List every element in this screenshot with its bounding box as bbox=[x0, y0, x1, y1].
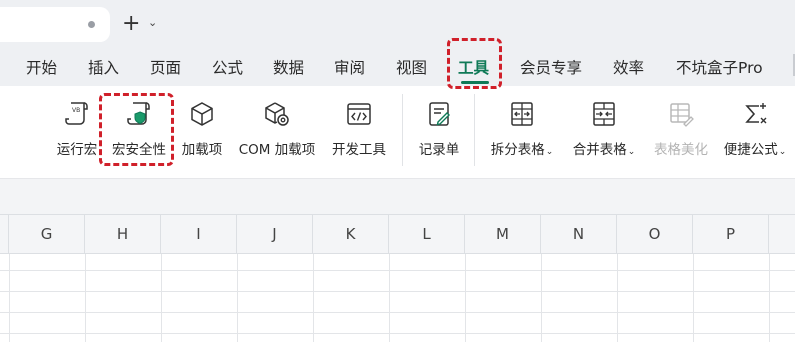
column-header-row: G H I J K L M N O P bbox=[0, 214, 795, 254]
split-table-icon bbox=[511, 102, 533, 126]
menu-tab-bukeng-box[interactable]: 不坑盒子Pro bbox=[676, 56, 763, 78]
column-header-p[interactable]: P bbox=[693, 215, 769, 253]
svg-text:VB: VB bbox=[72, 107, 80, 114]
column-line bbox=[769, 254, 770, 342]
beautify-table-icon bbox=[670, 103, 694, 127]
menu-tab-member[interactable]: 会员专享 bbox=[520, 56, 582, 78]
document-tab[interactable] bbox=[0, 7, 110, 42]
beautify-table-button[interactable]: 表格美化 bbox=[648, 100, 714, 162]
tool-label: COM 加载项 bbox=[238, 142, 316, 158]
new-tab-button[interactable]: + bbox=[122, 13, 140, 35]
split-table-button[interactable]: 拆分表格⌄ bbox=[484, 100, 560, 162]
unsaved-dot-icon bbox=[88, 21, 95, 28]
tool-label: 合并表格⌄ bbox=[566, 138, 642, 158]
column-line bbox=[161, 254, 162, 342]
menu-tab-data[interactable]: 数据 bbox=[273, 56, 304, 78]
column-header-m[interactable]: M bbox=[465, 215, 541, 253]
column-header-g[interactable]: G bbox=[9, 215, 85, 253]
row-line bbox=[0, 312, 795, 313]
merge-table-button[interactable]: 合并表格⌄ bbox=[566, 100, 642, 162]
quick-formula-button[interactable]: 便捷公式⌄ bbox=[718, 100, 792, 162]
addins-button[interactable]: 加载项 bbox=[176, 100, 228, 162]
column-line bbox=[541, 254, 542, 342]
tools-tab-highlight bbox=[447, 38, 502, 89]
com-addins-button[interactable]: COM 加载项 bbox=[232, 100, 322, 162]
column-line bbox=[617, 254, 618, 342]
tool-label-text: 拆分表格 bbox=[490, 142, 545, 158]
run-macro-button[interactable]: VB 运行宏 bbox=[50, 100, 104, 162]
row-line bbox=[0, 270, 795, 271]
menu-tab-page[interactable]: 页面 bbox=[150, 56, 181, 78]
com-addin-icon bbox=[265, 102, 289, 126]
sigma-icon bbox=[745, 103, 767, 124]
menu-tab-start[interactable]: 开始 bbox=[26, 56, 57, 78]
developer-tools-button[interactable]: 开发工具 bbox=[326, 100, 392, 162]
formula-bar-area bbox=[0, 178, 795, 214]
menu-bar: 开始 插入 页面 公式 数据 审阅 视图 工具 会员专享 效率 不坑盒子Pro bbox=[0, 48, 795, 86]
merge-table-icon bbox=[593, 102, 615, 126]
developer-tools-icon bbox=[347, 103, 371, 125]
tool-label: 表格美化 bbox=[654, 142, 708, 158]
menu-tab-insert[interactable]: 插入 bbox=[88, 56, 119, 78]
vb-macro-icon: VB bbox=[65, 102, 88, 125]
tool-label: 便捷公式⌄ bbox=[718, 138, 792, 158]
row-line bbox=[0, 291, 795, 292]
menu-tab-review[interactable]: 审阅 bbox=[334, 56, 365, 78]
column-header-o[interactable]: O bbox=[617, 215, 693, 253]
column-header-i[interactable]: I bbox=[161, 215, 237, 253]
ribbon-divider bbox=[402, 94, 403, 166]
record-form-button[interactable]: 记录单 bbox=[412, 100, 466, 162]
tool-label-text: 合并表格 bbox=[572, 142, 627, 158]
column-line bbox=[9, 254, 10, 342]
chevron-down-icon[interactable]: ⌄ bbox=[148, 16, 157, 29]
ribbon-divider bbox=[474, 94, 475, 166]
tool-label-text: 便捷公式 bbox=[723, 142, 778, 158]
column-header-j[interactable]: J bbox=[237, 215, 313, 253]
column-line bbox=[389, 254, 390, 342]
column-header-n[interactable]: N bbox=[541, 215, 617, 253]
tool-label: 记录单 bbox=[418, 142, 460, 158]
column-header-k[interactable]: K bbox=[313, 215, 389, 253]
column-line bbox=[693, 254, 694, 342]
tool-label: 开发工具 bbox=[332, 142, 386, 158]
column-line bbox=[313, 254, 314, 342]
record-form-icon bbox=[429, 102, 450, 126]
column-header-l[interactable]: L bbox=[389, 215, 465, 253]
tool-label: 加载项 bbox=[181, 142, 223, 158]
column-line bbox=[237, 254, 238, 342]
tool-label: 运行宏 bbox=[56, 142, 98, 158]
row-line bbox=[0, 333, 795, 334]
cell-grid[interactable] bbox=[0, 254, 795, 342]
chevron-down-icon[interactable]: ⌄ bbox=[779, 147, 787, 157]
menu-tab-view[interactable]: 视图 bbox=[396, 56, 427, 78]
chevron-down-icon[interactable]: ⌄ bbox=[546, 147, 554, 157]
addin-cube-icon bbox=[191, 102, 213, 126]
column-line bbox=[465, 254, 466, 342]
title-bar: + ⌄ bbox=[0, 0, 795, 48]
tool-label: 拆分表格⌄ bbox=[484, 138, 560, 158]
column-line bbox=[85, 254, 86, 342]
column-header-partial bbox=[0, 215, 9, 253]
macro-security-highlight bbox=[99, 93, 174, 166]
menu-tab-efficiency[interactable]: 效率 bbox=[613, 56, 644, 78]
menu-tab-formula[interactable]: 公式 bbox=[212, 56, 243, 78]
column-header-h[interactable]: H bbox=[85, 215, 161, 253]
chevron-down-icon[interactable]: ⌄ bbox=[628, 147, 636, 157]
